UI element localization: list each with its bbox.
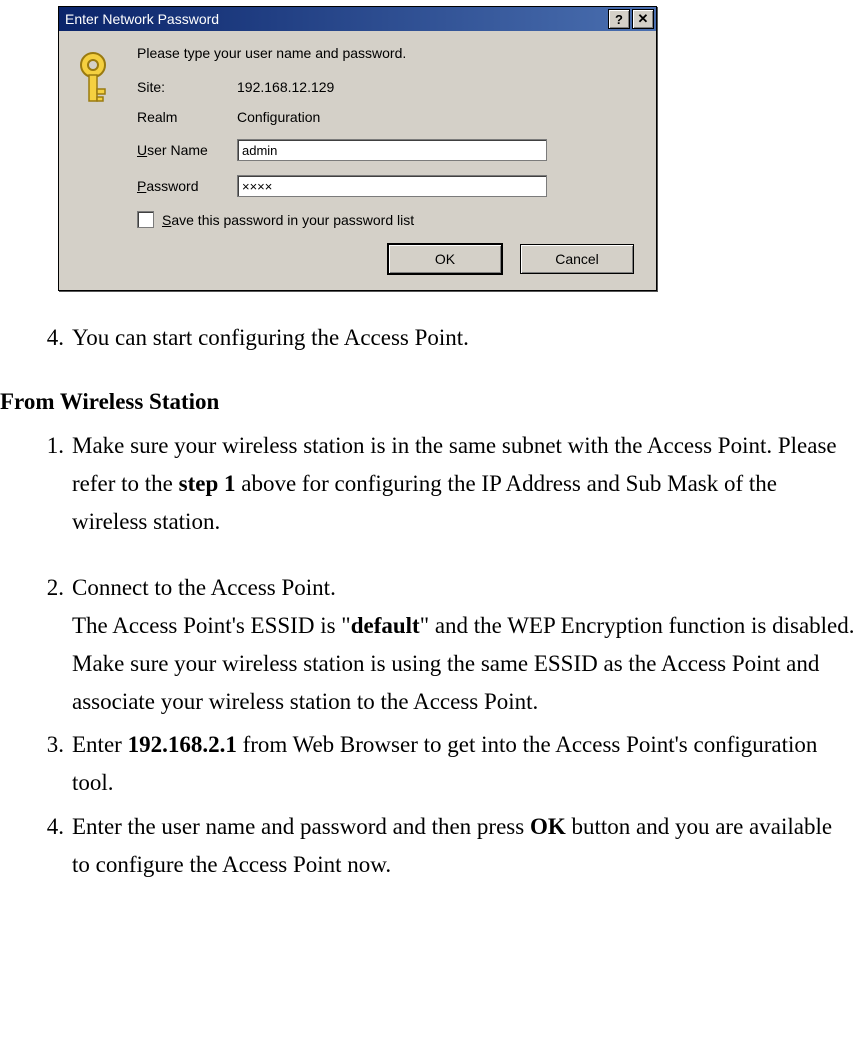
list-item: 2. Connect to the Access Point. The Acce… <box>0 569 855 721</box>
list-number: 1. <box>36 427 64 541</box>
list-text: You can start configuring the Access Poi… <box>72 319 855 357</box>
username-input[interactable] <box>237 139 547 161</box>
username-label: User Name <box>137 142 237 158</box>
document-body: 4. You can start configuring the Access … <box>0 291 863 884</box>
realm-value: Configuration <box>237 109 320 125</box>
dialog-prompt: Please type your user name and password. <box>137 45 640 61</box>
site-value: 192.168.12.129 <box>237 79 334 95</box>
password-label: Password <box>137 178 237 194</box>
list-text: Enter the user name and password and the… <box>72 808 855 884</box>
section-heading: From Wireless Station <box>0 383 855 421</box>
password-dialog: Enter Network Password ? ✕ Please type y… <box>58 6 657 291</box>
cancel-button[interactable]: Cancel <box>520 244 634 274</box>
titlebar: Enter Network Password ? ✕ <box>59 7 656 31</box>
list-number: 3. <box>36 726 64 802</box>
list-number: 2. <box>36 569 64 721</box>
list-number: 4. <box>36 808 64 884</box>
close-icon: ✕ <box>638 11 649 27</box>
list-text: Enter 192.168.2.1 from Web Browser to ge… <box>72 726 855 802</box>
list-item: 4. You can start configuring the Access … <box>0 319 855 357</box>
save-password-label: Save this password in your password list <box>162 212 414 228</box>
list-number: 4. <box>36 319 64 357</box>
list-item: 3. Enter 192.168.2.1 from Web Browser to… <box>0 726 855 802</box>
ok-button[interactable]: OK <box>388 244 502 274</box>
realm-label: Realm <box>137 109 237 125</box>
site-label: Site: <box>137 79 237 95</box>
titlebar-text: Enter Network Password <box>65 11 606 27</box>
list-text: Connect to the Access Point. The Access … <box>72 569 855 721</box>
list-text: Make sure your wireless station is in th… <box>72 427 855 541</box>
close-button[interactable]: ✕ <box>632 9 654 29</box>
key-icon <box>75 49 121 112</box>
list-item: 1. Make sure your wireless station is in… <box>0 427 855 541</box>
help-button[interactable]: ? <box>608 9 630 29</box>
save-password-checkbox[interactable] <box>137 211 154 228</box>
password-input[interactable] <box>237 175 547 197</box>
help-icon: ? <box>615 12 623 27</box>
list-item: 4. Enter the user name and password and … <box>0 808 855 884</box>
